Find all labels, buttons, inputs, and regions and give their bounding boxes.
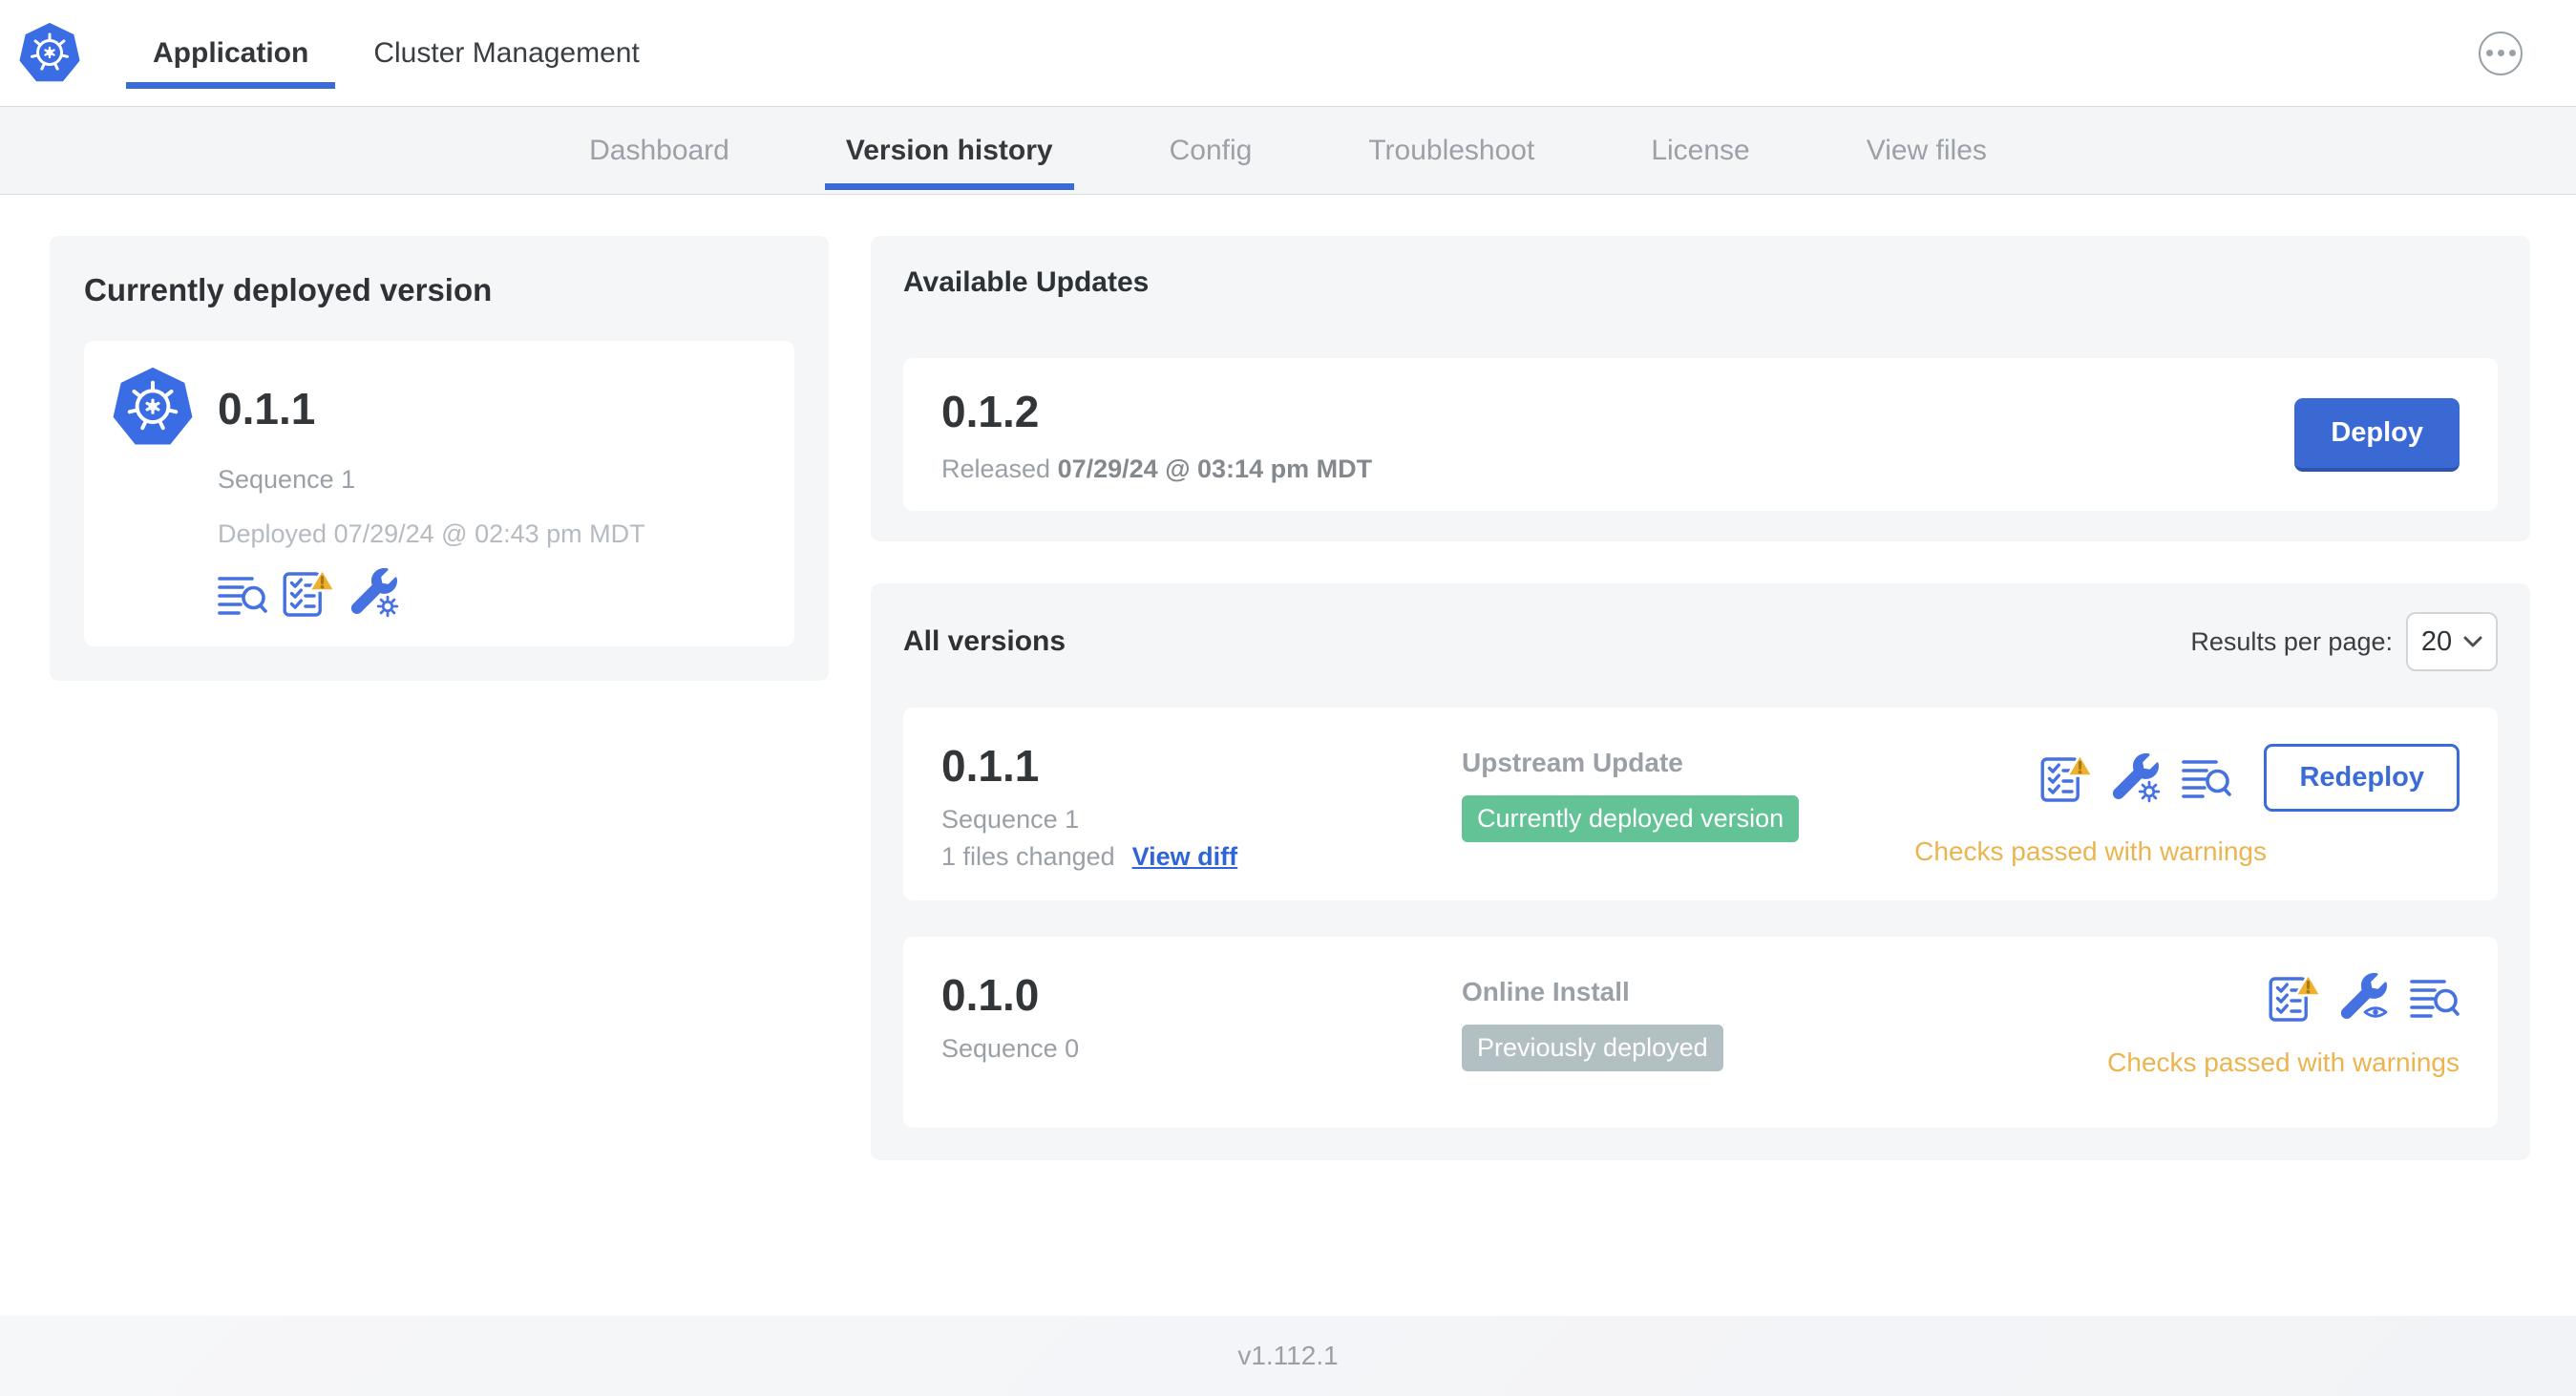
tab-version-history[interactable]: Version history bbox=[824, 107, 1074, 194]
console-version: v1.112.1 bbox=[1237, 1341, 1339, 1370]
logs-icon[interactable] bbox=[218, 572, 267, 618]
page-footer: v1.112.1 bbox=[0, 1316, 2576, 1396]
header-tabs: Application Cluster Management bbox=[126, 0, 666, 106]
edit-config-gear-icon[interactable] bbox=[2113, 752, 2163, 803]
deploy-button[interactable]: Deploy bbox=[2294, 397, 2460, 472]
preflight-checks-warning-icon[interactable] bbox=[2040, 752, 2095, 803]
version-history-column: Available Updates 0.1.2 Released 07/29/2… bbox=[871, 236, 2530, 1160]
main-content: Currently deployed version 0.1.1 Sequenc… bbox=[0, 195, 2576, 1316]
update-version-number: 0.1.2 bbox=[941, 386, 1040, 436]
all-versions-card: All versions Results per page: 20 0.1.1 … bbox=[871, 583, 2530, 1160]
tab-cluster-management[interactable]: Cluster Management bbox=[347, 0, 665, 106]
view-diff-link[interactable]: View diff bbox=[1132, 842, 1238, 872]
row-sequence: Sequence 0 bbox=[941, 1034, 1080, 1063]
tab-troubleshoot[interactable]: Troubleshoot bbox=[1347, 107, 1555, 194]
version-row-0-1-0: 0.1.0 Sequence 0 Online Install Previous… bbox=[903, 937, 2498, 1128]
currently-deployed-title: Currently deployed version bbox=[84, 272, 493, 307]
current-version-number: 0.1.1 bbox=[218, 384, 316, 434]
files-changed-label: 1 files changed bbox=[941, 842, 1115, 871]
previously-deployed-badge: Previously deployed bbox=[1462, 1025, 1723, 1071]
checks-status-text: Checks passed with warnings bbox=[1914, 836, 2267, 866]
logs-icon[interactable] bbox=[2410, 975, 2460, 1021]
header-spacer bbox=[666, 0, 2479, 106]
current-version-sequence: Sequence 1 bbox=[218, 465, 356, 494]
version-row-0-1-1: 0.1.1 Sequence 1 1 files changed View di… bbox=[903, 708, 2498, 900]
available-updates-card: Available Updates 0.1.2 Released 07/29/2… bbox=[871, 236, 2530, 541]
tab-license[interactable]: License bbox=[1630, 107, 1770, 194]
tab-config[interactable]: Config bbox=[1149, 107, 1274, 194]
row-sequence: Sequence 1 bbox=[941, 805, 1080, 834]
all-versions-title: All versions bbox=[903, 625, 1066, 657]
update-released-date: Released 07/29/24 @ 03:14 pm MDT bbox=[941, 454, 1373, 483]
currently-deployed-badge: Currently deployed version bbox=[1462, 795, 1800, 842]
currently-deployed-inner-card: 0.1.1 Sequence 1 Deployed 07/29/24 @ 02:… bbox=[84, 341, 794, 646]
ellipsis-icon bbox=[2485, 50, 2493, 56]
results-per-page-label: Results per page: bbox=[2190, 626, 2393, 656]
tab-application[interactable]: Application bbox=[126, 0, 336, 106]
tab-view-files[interactable]: View files bbox=[1846, 107, 2008, 194]
tab-dashboard[interactable]: Dashboard bbox=[568, 107, 750, 194]
preflight-checks-warning-icon[interactable] bbox=[2269, 973, 2322, 1023]
logs-icon[interactable] bbox=[2182, 755, 2232, 801]
checks-status-text: Checks passed with warnings bbox=[2107, 1047, 2460, 1077]
current-version-column: Currently deployed version 0.1.1 Sequenc… bbox=[50, 236, 829, 681]
overflow-menu-button[interactable] bbox=[2479, 31, 2523, 75]
chevron-down-icon bbox=[2463, 636, 2482, 647]
edit-config-icon[interactable] bbox=[351, 568, 401, 618]
preflight-checks-warning-icon[interactable] bbox=[283, 568, 336, 618]
available-update-row: 0.1.2 Released 07/29/24 @ 03:14 pm MDT D… bbox=[903, 358, 2498, 511]
row-source-label: Online Install bbox=[1462, 977, 1630, 1006]
currently-deployed-card: Currently deployed version 0.1.1 Sequenc… bbox=[50, 236, 829, 681]
available-updates-title: Available Updates bbox=[903, 266, 1150, 298]
current-version-deployed-date: Deployed 07/29/24 @ 02:43 pm MDT bbox=[218, 519, 645, 548]
row-source-label: Upstream Update bbox=[1462, 748, 1683, 777]
results-per-page-select[interactable]: 20 bbox=[2406, 612, 2498, 671]
top-header: Application Cluster Management bbox=[0, 0, 2576, 107]
app-window: Application Cluster Management Dashboard… bbox=[0, 0, 2576, 1396]
row-version-number: 0.1.0 bbox=[941, 970, 1040, 1020]
redeploy-button[interactable]: Redeploy bbox=[2264, 744, 2460, 812]
row-version-number: 0.1.1 bbox=[941, 741, 1040, 791]
kubernetes-app-icon bbox=[113, 367, 193, 618]
app-subnav: Dashboard Version history Config Trouble… bbox=[0, 107, 2576, 195]
app-logo bbox=[19, 0, 80, 106]
kubernetes-logo-icon bbox=[19, 22, 80, 82]
view-config-eye-icon[interactable] bbox=[2341, 973, 2391, 1023]
